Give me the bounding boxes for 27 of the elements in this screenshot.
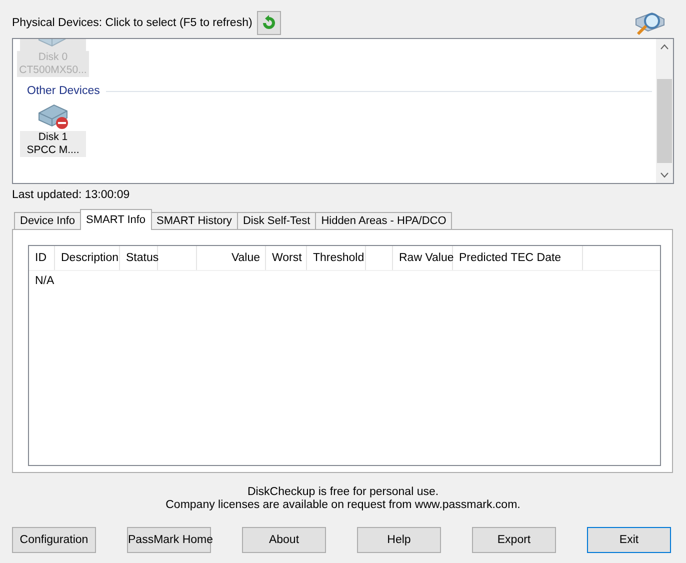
- column-header[interactable]: ID: [29, 246, 55, 270]
- last-updated-text: Last updated: 13:00:09: [12, 189, 131, 203]
- action-button[interactable]: Export: [472, 527, 556, 553]
- device-label[interactable]: Disk 1 SPCC M....: [20, 131, 86, 157]
- column-header[interactable]: Worst: [266, 246, 307, 270]
- column-header[interactable]: Description: [55, 246, 120, 270]
- license-text: Company licenses are available on request from www.passmark.com.: [166, 499, 520, 512]
- tab[interactable]: Hidden Areas - HPA/DCO: [315, 212, 452, 230]
- column-header[interactable]: Raw Value: [393, 246, 453, 270]
- table-cell-text: N/A: [34, 275, 54, 287]
- refresh-button[interactable]: [257, 11, 282, 35]
- column-header[interactable]: Status: [120, 246, 158, 270]
- action-button[interactable]: Configuration: [12, 527, 96, 553]
- action-button[interactable]: PassMark Home: [127, 527, 211, 553]
- scrollbar[interactable]: [656, 39, 673, 183]
- action-button[interactable]: Exit: [587, 527, 671, 553]
- refresh-icon: [261, 15, 278, 31]
- action-button[interactable]: Help: [357, 527, 441, 553]
- column-header[interactable]: Threshold: [307, 246, 366, 270]
- group-title: Other Devices: [27, 85, 100, 97]
- license-text: DiskCheckup is free for personal use.: [247, 486, 439, 499]
- column-header[interactable]: Predicted TEC Date: [453, 246, 583, 270]
- tab[interactable]: Device Info: [14, 212, 82, 230]
- action-button[interactable]: About: [242, 527, 326, 553]
- devices-label: Physical Devices: Click to select (F5 to refresh): [12, 17, 252, 29]
- tab[interactable]: SMART Info: [80, 209, 152, 230]
- column-header[interactable]: Value: [197, 246, 266, 270]
